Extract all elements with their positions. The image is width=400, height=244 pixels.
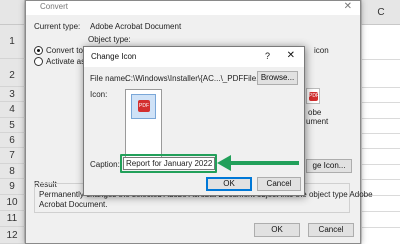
close-icon[interactable]: ✕ (287, 50, 295, 61)
row-header-5[interactable]: 5 (0, 118, 25, 133)
row-header-7[interactable]: 7 (0, 148, 25, 164)
current-type-label: Current type: (34, 22, 81, 31)
pdf-preview-icon: PDF (306, 88, 320, 104)
file-name-value: C:\Windows\Installer\{AC...\_PDFFile.ico (125, 74, 269, 83)
column-header-c[interactable]: C (361, 0, 400, 25)
convert-dialog-title: Convert (40, 2, 69, 11)
row-header-2[interactable]: 2 (0, 59, 25, 87)
convert-cancel-button[interactable]: Cancel (308, 223, 354, 237)
row-header-3[interactable]: 3 (0, 87, 25, 102)
object-type-label: Object type: (88, 35, 131, 44)
caption-input[interactable]: Report for January 2022 (123, 157, 215, 170)
row-header-1[interactable]: 1 (0, 25, 25, 59)
icon-caption-line2: ument (306, 117, 329, 126)
pdf-badge: PDF (309, 92, 319, 101)
help-icon[interactable]: ? (265, 51, 270, 61)
display-as-icon-label: icon (314, 46, 329, 55)
change-icon-dialog: Change Icon ? ✕ File name: C:\Windows\In… (83, 46, 305, 196)
current-type-value: Adobe Acrobat Document (90, 22, 182, 31)
row-header-11[interactable]: 11 (0, 211, 25, 227)
icon-list[interactable]: PDF (125, 89, 162, 158)
row-header-8[interactable]: 8 (0, 164, 25, 179)
row-header-4[interactable]: 4 (0, 102, 25, 118)
convert-close-icon[interactable]: ✕ (344, 1, 352, 12)
icon-caption-line1: obe (308, 108, 322, 117)
icon-label: Icon: (90, 90, 108, 99)
activate-as-radio[interactable] (34, 57, 43, 66)
pdf-file-icon[interactable]: PDF (131, 94, 156, 119)
row-header-6[interactable]: 6 (0, 133, 25, 148)
select-all-corner[interactable] (0, 0, 25, 25)
activate-as-label: Activate as: (46, 57, 88, 66)
change-icon-titlebar[interactable]: Change Icon ? ✕ (84, 47, 304, 67)
result-text-line2: Acrobat Document. (39, 200, 108, 209)
change-icon-cancel-button[interactable]: Cancel (257, 177, 301, 191)
caption-label: Caption: (90, 160, 120, 169)
change-icon-title: Change Icon (91, 52, 137, 61)
row-header-10[interactable]: 10 (0, 195, 25, 211)
change-icon-button[interactable]: ge Icon... (306, 159, 352, 173)
file-name-label: File name: (90, 74, 128, 83)
convert-ok-button[interactable]: OK (254, 223, 300, 237)
browse-button[interactable]: Browse... (257, 71, 298, 85)
convert-titlebar[interactable]: Convert ✕ (26, 1, 360, 15)
change-icon-ok-button[interactable]: OK (206, 177, 252, 191)
pdf-badge: PDF (138, 100, 150, 112)
convert-to-label: Convert to: (46, 46, 86, 55)
row-header-9[interactable]: 9 (0, 179, 25, 195)
row-header-12[interactable]: 12 (0, 227, 25, 244)
convert-to-radio[interactable] (34, 46, 43, 55)
green-arrow-icon (217, 155, 299, 171)
